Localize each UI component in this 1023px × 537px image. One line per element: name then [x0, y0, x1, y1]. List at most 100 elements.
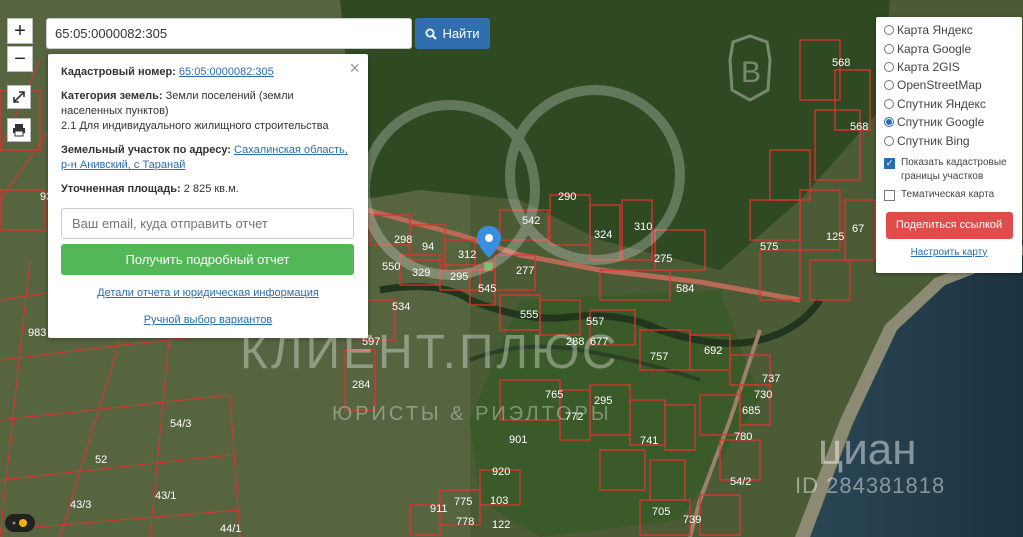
- layer-option-label: Карта Яндекс: [897, 23, 973, 38]
- layer-option-label: OpenStreetMap: [897, 78, 982, 93]
- parcel-number-label: 584: [676, 283, 694, 295]
- layer-option[interactable]: Карта Яндекс: [884, 21, 1014, 39]
- address-label: Земельный участок по адресу:: [61, 144, 231, 156]
- parcel-number-label: 901: [509, 434, 527, 446]
- layer-option[interactable]: Спутник Bing: [884, 131, 1014, 149]
- thematic-map-toggle[interactable]: Тематическая карта: [884, 188, 1014, 202]
- parcel-number-label: 575: [760, 241, 778, 253]
- land-category-label: Категория земель:: [61, 90, 163, 102]
- parcel-number-label: 568: [832, 57, 850, 69]
- listing-id-watermark: ID 284381818: [795, 473, 946, 498]
- parcel-info-panel: × Кадастровый номер: 65:05:0000082:305 К…: [48, 54, 368, 338]
- parcel-number-label: 44/1: [220, 523, 241, 535]
- watermark-subtext: ЮРИСТЫ & РИЭЛТОРЫ: [332, 403, 612, 425]
- layer-option[interactable]: Карта 2GIS: [884, 58, 1014, 76]
- print-button[interactable]: [7, 118, 31, 142]
- parcel-number-label: 298: [394, 234, 412, 246]
- parcel-number-label: 277: [516, 265, 534, 277]
- get-report-button[interactable]: Получить подробный отчет: [61, 244, 354, 275]
- parcel-number-label: 122: [492, 519, 510, 531]
- radio-icon[interactable]: [884, 61, 894, 72]
- parcel-number-label: 983: [28, 327, 46, 339]
- search-input[interactable]: [46, 18, 412, 49]
- parcel-number-label: 290: [558, 191, 576, 203]
- show-borders-toggle[interactable]: ✓ Показать кадастровые границы участков: [884, 156, 1014, 184]
- land-usage-value: 2.1 Для индивидуального жилищного строит…: [61, 120, 329, 132]
- cadastral-number-label: Кадастровый номер:: [61, 66, 176, 78]
- area-label: Уточненная площадь:: [61, 183, 181, 195]
- parcel-number-label: 757: [650, 351, 668, 363]
- parcel-number-label: 739: [683, 514, 701, 526]
- close-icon[interactable]: ×: [349, 58, 360, 79]
- parcel-number-label: 780: [734, 431, 752, 443]
- parcel-number-label: 275: [654, 253, 672, 265]
- radio-icon[interactable]: [884, 80, 894, 91]
- parcel-number-label: 555: [520, 309, 538, 321]
- search-button[interactable]: Найти: [415, 18, 490, 49]
- cian-watermark: циан: [818, 425, 917, 474]
- parcel-number-label: 730: [754, 389, 772, 401]
- parcel-number-label: 94: [422, 241, 434, 253]
- area-value: 2 825 кв.м.: [183, 183, 239, 195]
- search-icon: [425, 28, 438, 40]
- parcel-number-label: 545: [478, 283, 496, 295]
- parcel-number-label: 778: [456, 516, 474, 528]
- zoom-out-button[interactable]: −: [7, 46, 33, 72]
- parcel-number-label: 54/3: [170, 418, 191, 430]
- layer-option-label: Спутник Яндекс: [897, 96, 986, 111]
- parcel-number-label: 692: [704, 345, 722, 357]
- radio-icon[interactable]: [884, 117, 894, 128]
- layer-option-label: Карта Google: [897, 41, 972, 56]
- parcel-number-label: 312: [458, 249, 476, 261]
- watermark-text: КЛИЕНТ.ПЛЮС: [240, 326, 620, 379]
- map-layers-panel: Карта Яндекс Карта Google Карта 2GIS OpenSt…: [876, 17, 1022, 273]
- parcel-number-label: 125: [826, 231, 844, 243]
- parcel-number-label: 920: [492, 466, 510, 478]
- svg-text:B: B: [741, 56, 761, 89]
- parcel-number-label: 737: [762, 373, 780, 385]
- checkbox-icon[interactable]: [884, 189, 895, 201]
- parcel-number-label: 911: [430, 503, 448, 515]
- parcel-number-label: 741: [640, 435, 658, 447]
- layer-option[interactable]: Спутник Яндекс: [884, 95, 1014, 113]
- radio-icon[interactable]: [884, 98, 894, 109]
- parcel-number-label: 685: [742, 405, 760, 417]
- layer-option[interactable]: Спутник Google: [884, 113, 1014, 131]
- fullscreen-icon: [13, 91, 25, 103]
- parcel-number-label: 54/2: [730, 476, 751, 488]
- parcel-number-label: 765: [545, 389, 563, 401]
- parcel-number-label: 324: [594, 229, 612, 241]
- share-link-button[interactable]: Поделиться ссылкой: [885, 211, 1013, 239]
- parcel-number-label: 52: [95, 454, 107, 466]
- report-details-link[interactable]: Детали отчета и юридическая информация: [61, 287, 355, 299]
- parcel-number-label: 67: [852, 223, 864, 235]
- layer-options: Карта Яндекс Карта Google Карта 2GIS OpenSt…: [884, 21, 1014, 150]
- layer-option[interactable]: Карта Google: [884, 39, 1014, 57]
- cadastral-number-link[interactable]: 65:05:0000082:305: [179, 66, 274, 78]
- radio-icon[interactable]: [884, 43, 894, 54]
- layer-option-label: Карта 2GIS: [897, 59, 960, 74]
- zoom-in-button[interactable]: +: [7, 18, 33, 44]
- email-field[interactable]: [61, 208, 354, 239]
- location-dot-icon: [12, 519, 27, 527]
- parcel-number-label: 534: [392, 301, 410, 313]
- layer-option-label: Спутник Google: [897, 115, 985, 130]
- parcel-number-label: 103: [490, 495, 508, 507]
- checkbox-checked-icon[interactable]: ✓: [884, 157, 895, 169]
- fullscreen-button[interactable]: [7, 85, 31, 109]
- show-borders-label: Показать кадастровые границы участков: [901, 156, 1007, 182]
- parcel-number-label: 705: [652, 506, 670, 518]
- location-indicator[interactable]: [5, 514, 35, 532]
- parcel-number-label: 310: [634, 221, 652, 233]
- layer-option[interactable]: OpenStreetMap: [884, 76, 1014, 94]
- print-icon: [13, 124, 25, 137]
- parcel-number-label: 775: [454, 496, 472, 508]
- radio-icon[interactable]: [884, 135, 894, 146]
- parcel-number-label: 43/3: [70, 499, 91, 511]
- search-button-label: Найти: [442, 26, 480, 41]
- radio-icon[interactable]: [884, 25, 894, 36]
- parcel-number-label: 43/1: [155, 490, 176, 502]
- thematic-map-label: Тематическая карта: [901, 188, 995, 200]
- parcel-number-label: 284: [352, 379, 370, 391]
- setup-map-link[interactable]: Настроить карту: [884, 247, 1014, 258]
